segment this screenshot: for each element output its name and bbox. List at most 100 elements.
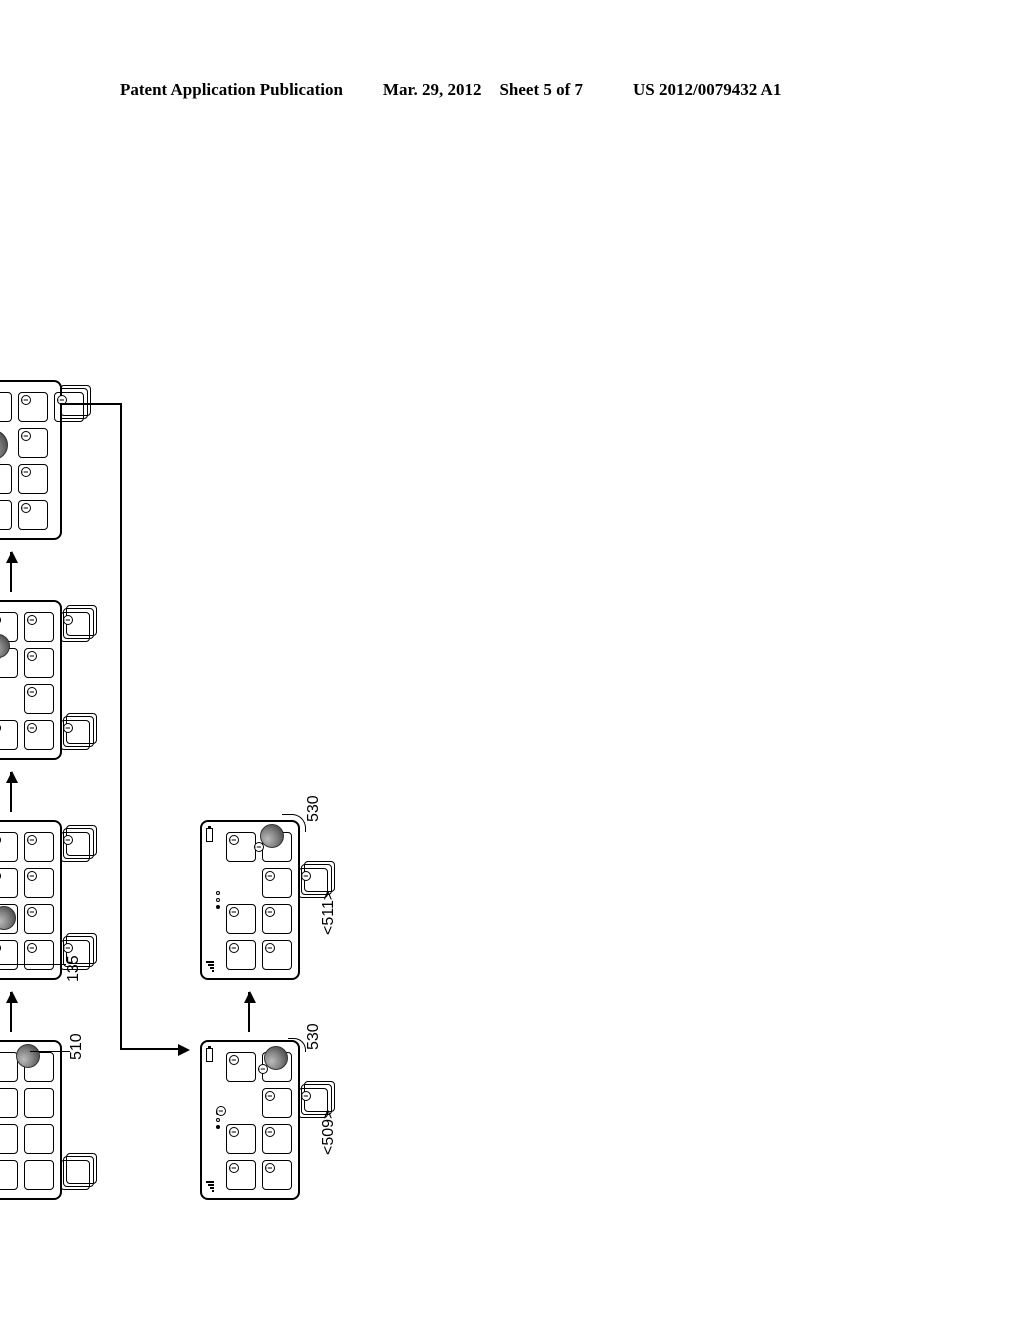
info-badge-icon xyxy=(27,615,37,625)
phone-509 xyxy=(200,1040,300,1200)
grid-cell xyxy=(24,1088,54,1118)
grid-cell xyxy=(0,500,12,530)
leader-line xyxy=(30,1051,70,1052)
battery-icon xyxy=(206,828,213,842)
connector-line xyxy=(60,403,120,405)
info-badge-icon xyxy=(265,907,275,917)
signal-icon xyxy=(206,1180,214,1192)
header-publication: Patent Application Publication xyxy=(120,80,343,100)
grid-cell xyxy=(18,464,48,494)
info-badge-icon xyxy=(27,835,37,845)
icon-grid xyxy=(226,832,328,970)
grid-cell xyxy=(226,940,256,970)
icon-grid xyxy=(0,392,84,530)
info-badge-icon xyxy=(229,835,239,845)
grid-cell-stack xyxy=(60,1160,90,1190)
callout-510: 510 xyxy=(68,1033,86,1060)
grid-cell xyxy=(262,1160,292,1190)
grid-cell-stack xyxy=(54,392,84,422)
flow-arrow xyxy=(10,552,12,592)
callout-530: 530 xyxy=(305,795,323,822)
info-badge-icon xyxy=(301,871,311,881)
grid-cell xyxy=(0,940,18,970)
grid-cell xyxy=(0,832,18,862)
phone-505 xyxy=(0,600,62,760)
info-badge-icon xyxy=(229,1055,239,1065)
grid-cell-stack xyxy=(60,612,90,642)
info-badge-icon xyxy=(265,871,275,881)
grid-cell xyxy=(226,1052,256,1082)
callout-530: 530 xyxy=(305,1023,323,1050)
grid-cell xyxy=(24,940,54,970)
header-date: Mar. 29, 2012 xyxy=(383,80,482,100)
icon-grid xyxy=(226,1052,328,1190)
grid-cell xyxy=(0,1124,18,1154)
page-header: Patent Application Publication Mar. 29, … xyxy=(0,80,1024,100)
phone-503 xyxy=(0,820,62,980)
grid-cell xyxy=(226,1124,256,1154)
grid-cell xyxy=(0,1088,18,1118)
icon-grid xyxy=(0,612,90,750)
header-docnum: US 2012/0079432 A1 xyxy=(633,80,781,100)
grid-cell xyxy=(24,612,54,642)
callout-135: 135 xyxy=(65,955,83,982)
info-badge-icon xyxy=(265,1091,275,1101)
grid-cell xyxy=(24,904,54,934)
info-badge-icon xyxy=(0,871,1,881)
info-badge-icon xyxy=(63,615,73,625)
grid-cell xyxy=(24,1124,54,1154)
info-badge-icon xyxy=(21,467,31,477)
info-badge-icon xyxy=(216,1106,226,1116)
grid-cell xyxy=(262,940,292,970)
grid-cell xyxy=(18,392,48,422)
grid-cell-stack xyxy=(262,868,292,898)
figure-5: FIG. 5 <501> 510 <503> xyxy=(0,400,920,1210)
info-badge-icon xyxy=(63,943,73,953)
info-badge-icon xyxy=(27,943,37,953)
grid-cell-stack xyxy=(262,1088,292,1118)
grid-cell xyxy=(0,720,18,750)
info-badge-icon xyxy=(27,871,37,881)
grid-cell xyxy=(18,428,48,458)
info-badge-icon xyxy=(254,842,264,852)
grid-cell xyxy=(24,684,54,714)
icon-grid xyxy=(0,832,90,970)
info-badge-icon xyxy=(27,651,37,661)
touch-point-icon xyxy=(16,1044,40,1068)
grid-cell xyxy=(18,500,48,530)
flow-arrow xyxy=(10,772,12,812)
connector-line xyxy=(120,403,122,1050)
info-badge-icon xyxy=(27,907,37,917)
grid-cell xyxy=(24,832,54,862)
grid-cell-stack xyxy=(60,720,90,750)
grid-cell xyxy=(226,1160,256,1190)
info-badge-icon xyxy=(265,1163,275,1173)
grid-cell xyxy=(0,392,12,422)
info-badge-icon xyxy=(0,835,1,845)
info-badge-icon xyxy=(229,907,239,917)
grid-cell xyxy=(262,904,292,934)
info-badge-icon xyxy=(229,1127,239,1137)
info-badge-icon xyxy=(258,1064,268,1074)
flow-arrow xyxy=(10,992,12,1032)
grid-cell xyxy=(24,720,54,750)
grid-cell xyxy=(0,1160,18,1190)
grid-cell xyxy=(262,1124,292,1154)
signal-icon xyxy=(206,960,214,972)
grid-cell xyxy=(24,1160,54,1190)
phone-507 xyxy=(0,380,62,540)
grid-cell xyxy=(0,464,12,494)
arrowhead-down-icon xyxy=(178,1044,190,1056)
leader-line xyxy=(0,964,66,965)
icon-grid xyxy=(0,1052,90,1190)
phone-511 xyxy=(200,820,300,980)
info-badge-icon xyxy=(0,723,1,733)
connector-line xyxy=(120,1048,180,1050)
status-bar xyxy=(206,1042,214,1198)
leader-curve xyxy=(288,1038,306,1052)
page-dots xyxy=(216,891,220,909)
info-badge-icon xyxy=(229,1163,239,1173)
grid-cell-stack xyxy=(298,868,328,898)
info-badge-icon xyxy=(21,431,31,441)
info-badge-icon xyxy=(27,687,37,697)
